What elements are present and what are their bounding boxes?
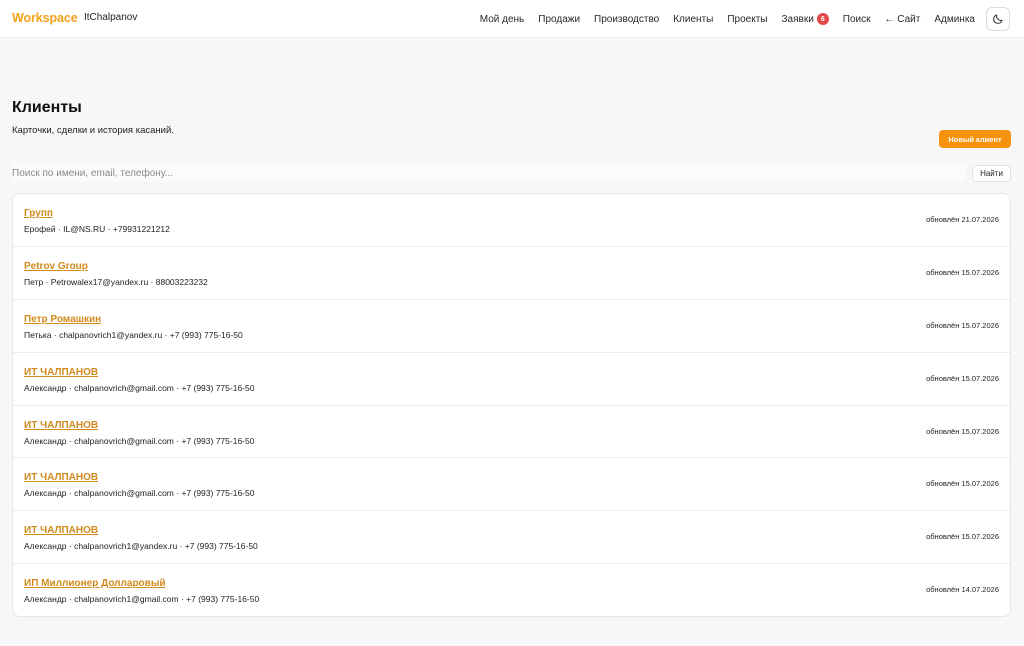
current-user-name: ItChalpanov (84, 12, 138, 23)
client-name-link[interactable]: Petrov Group (24, 261, 88, 272)
nav-back-to-site[interactable]: ← Сайт (885, 14, 921, 25)
client-updated-date: обновлён 15.07.2026 (926, 267, 999, 277)
nav-my-day[interactable]: Мой день (480, 14, 525, 25)
moon-icon (993, 14, 1003, 24)
nav-label: ← Сайт (884, 13, 921, 25)
requests-count-badge: 6 (816, 13, 829, 25)
nav-label: Мой день (479, 13, 525, 25)
client-updated-date: обновлён 15.07.2026 (926, 426, 999, 436)
brand-logo[interactable]: Workspace (12, 11, 78, 25)
nav-projects[interactable]: Проекты (727, 14, 767, 25)
nav-production[interactable]: Производство (594, 14, 659, 25)
client-contact-info: Александр · chalpanovrich@gmail.com · +7… (24, 435, 255, 446)
client-row[interactable]: ИП Миллионер Долларовый Александр · chal… (13, 564, 1010, 616)
page-title: Клиенты (12, 99, 82, 116)
search-input[interactable] (12, 164, 966, 182)
clients-list: Групп Ерофей · IL@NS.RU · +79931221212 о… (12, 193, 1011, 617)
client-row[interactable]: ИТ ЧАЛПАНОВ Александр · chalpanovrich1@y… (13, 511, 1010, 565)
client-contact-info: Александр · chalpanovrich1@yandex.ru · +… (24, 541, 258, 552)
page-subtitle: Карточки, сделки и история касаний. (12, 125, 174, 136)
nav-search[interactable]: Поиск (843, 14, 871, 25)
nav-admin[interactable]: Админка (934, 14, 975, 25)
nav-label: Клиенты (673, 13, 714, 25)
client-contact-info: Александр · chalpanovrich@gmail.com · +7… (24, 382, 255, 393)
client-row[interactable]: Петр Ромашкин Петька · chalpanovrich1@ya… (13, 300, 1010, 353)
search-submit-button[interactable]: Найти (972, 165, 1011, 182)
nav-sales[interactable]: Продажи (538, 14, 580, 25)
client-row[interactable]: Petrov Group Петр · Petrowalex17@yandex.… (13, 247, 1010, 300)
client-name-link[interactable]: ИП Миллионер Долларовый (24, 578, 166, 589)
client-row[interactable]: ИТ ЧАЛПАНОВ Александр · chalpanovrich@gm… (13, 406, 1010, 459)
nav-label: Админка (934, 13, 975, 25)
client-row[interactable]: ИТ ЧАЛПАНОВ Александр · chalpanovrich@gm… (13, 458, 1010, 512)
client-updated-date: обновлён 15.07.2026 (926, 373, 999, 383)
nav-label: Продажи (538, 13, 581, 25)
client-updated-date: обновлён 15.07.2026 (926, 479, 999, 489)
nav-label: Заявки (781, 13, 814, 25)
client-updated-date: обновлён 21.07.2026 (926, 215, 999, 224)
client-contact-info: Александр · chalpanovrich1@gmail.com · +… (24, 594, 260, 605)
nav-label: Проекты (727, 13, 768, 25)
client-updated-date: обновлён 15.07.2026 (926, 320, 999, 330)
client-row[interactable]: ИТ ЧАЛПАНОВ Александр · chalpanovrich@gm… (13, 353, 1010, 406)
main-nav: Мой день Продажи Производство Клиенты Пр… (466, 0, 975, 38)
client-name-link[interactable]: ИТ ЧАЛПАНОВ (24, 420, 98, 431)
theme-toggle-button[interactable] (986, 7, 1010, 31)
client-updated-date: обновлён 14.07.2026 (926, 585, 999, 595)
client-name-link[interactable]: ИТ ЧАЛПАНОВ (24, 367, 98, 378)
client-row[interactable]: Групп Ерофей · IL@NS.RU · +79931221212 о… (13, 194, 1010, 247)
client-name-link[interactable]: Петр Ромашкин (24, 314, 101, 325)
new-client-button[interactable]: Новый клиент (939, 130, 1011, 148)
client-name-link[interactable]: ИТ ЧАЛПАНОВ (24, 472, 98, 483)
client-updated-date: обновлён 15.07.2026 (926, 532, 999, 542)
nav-requests[interactable]: Заявки 6 (781, 13, 829, 25)
nav-clients[interactable]: Клиенты (673, 14, 713, 25)
nav-label: Поиск (842, 13, 871, 25)
client-contact-info: Ерофей · IL@NS.RU · +79931221212 (24, 224, 170, 234)
client-contact-info: Петр · Petrowalex17@yandex.ru · 88003223… (24, 276, 208, 287)
client-contact-info: Петька · chalpanovrich1@yandex.ru · +7 (… (24, 329, 243, 340)
client-contact-info: Александр · chalpanovrich@gmail.com · +7… (24, 488, 255, 499)
client-name-link[interactable]: Групп (24, 208, 53, 219)
nav-label: Производство (594, 13, 660, 25)
client-name-link[interactable]: ИТ ЧАЛПАНОВ (24, 525, 98, 536)
top-navigation-bar: Workspace ItChalpanov Мой день Продажи П… (0, 0, 1024, 38)
